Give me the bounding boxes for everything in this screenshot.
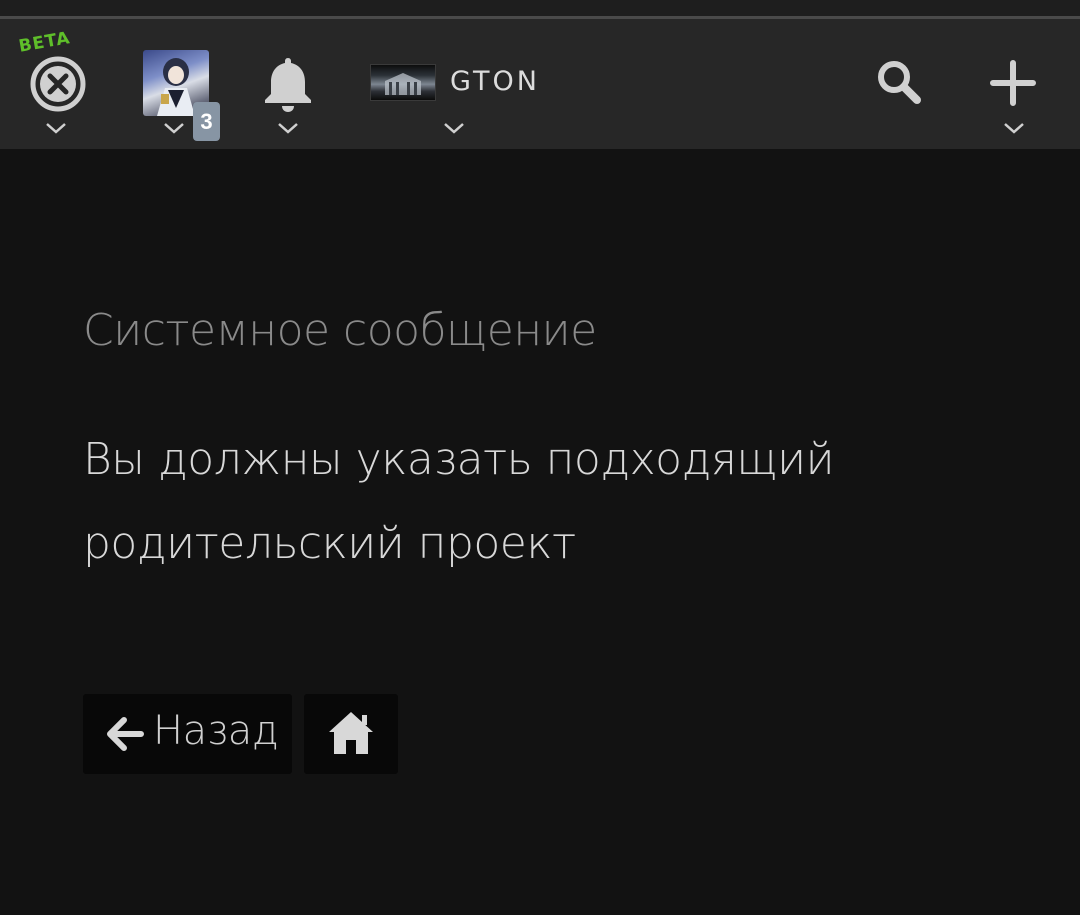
- chevron-down-icon: [443, 121, 465, 135]
- back-button[interactable]: Назад: [83, 694, 292, 774]
- project-thumbnail: [370, 64, 436, 101]
- home-icon: [327, 710, 375, 760]
- search-button[interactable]: [872, 19, 926, 149]
- logo-menu[interactable]: BETA: [17, 19, 98, 149]
- chevron-down-icon: [163, 121, 185, 135]
- beta-label: BETA: [17, 28, 72, 57]
- plus-icon: [989, 59, 1037, 111]
- chevron-down-icon: [45, 121, 67, 135]
- x-circle-icon: [29, 55, 87, 117]
- top-strip: [0, 0, 1080, 17]
- message-title: Системное сообщение: [83, 305, 597, 356]
- message-body: Вы должны указать подходящий родительски…: [83, 434, 835, 569]
- project-name: GTON: [450, 66, 540, 97]
- chevron-down-icon: [1003, 121, 1025, 135]
- notifications-menu[interactable]: [258, 19, 318, 149]
- bell-icon: [262, 56, 314, 118]
- top-navbar: BETA 3 GTON: [0, 19, 1080, 149]
- project-menu[interactable]: GTON: [368, 19, 568, 149]
- chevron-down-icon: [277, 121, 299, 135]
- user-menu[interactable]: 3: [140, 19, 230, 149]
- home-button[interactable]: [304, 694, 398, 774]
- add-menu[interactable]: [985, 19, 1041, 149]
- arrow-left-icon: [106, 715, 144, 757]
- search-icon: [876, 59, 922, 109]
- notification-count-badge: 3: [193, 102, 220, 141]
- back-button-label: Назад: [153, 708, 279, 754]
